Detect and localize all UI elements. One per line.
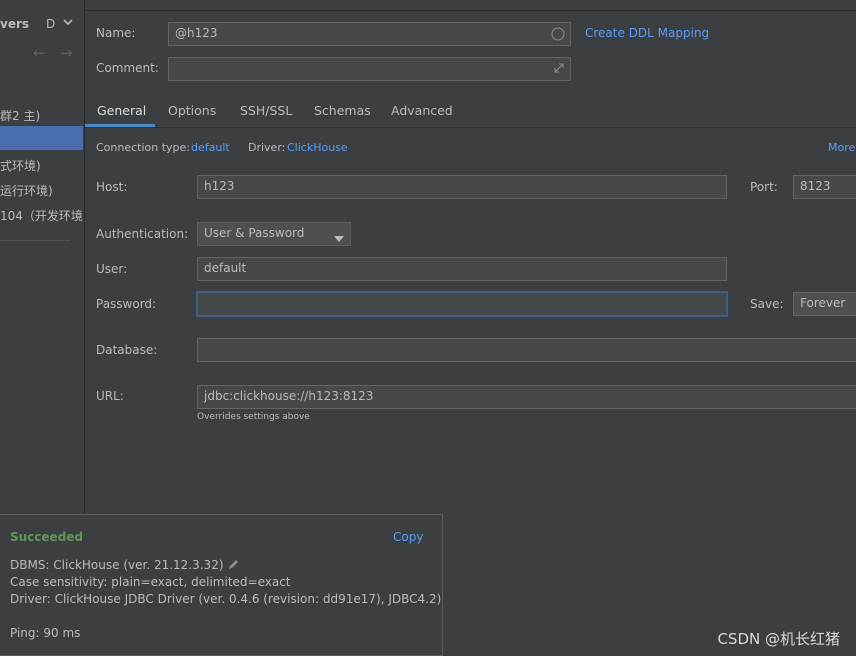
tab-active-indicator xyxy=(85,124,155,127)
sidebar-item-selected[interactable] xyxy=(0,126,83,150)
user-label: User: xyxy=(96,262,128,276)
driver-label: Driver: xyxy=(248,141,286,154)
comment-label: Comment: xyxy=(96,61,159,75)
window-title-strip xyxy=(0,0,856,11)
user-field[interactable]: default xyxy=(197,257,727,281)
tab-options[interactable]: Options xyxy=(168,103,216,118)
sidebar-title: vers xyxy=(0,17,30,31)
name-label: Name: xyxy=(96,26,136,40)
url-label: URL: xyxy=(96,389,124,403)
expand-icon[interactable] xyxy=(553,62,565,77)
back-arrow-icon[interactable]: ← xyxy=(33,44,46,62)
host-label: Host: xyxy=(96,180,128,194)
status-succeeded: Succeeded xyxy=(10,530,84,544)
port-field[interactable]: 8123 xyxy=(793,175,856,199)
tab-general[interactable]: General xyxy=(97,103,146,118)
connection-type-label: Connection type: xyxy=(96,141,191,154)
password-field[interactable] xyxy=(196,291,728,317)
port-label: Port: xyxy=(750,180,778,194)
database-label: Database: xyxy=(96,343,158,357)
create-ddl-mapping-link[interactable]: Create DDL Mapping xyxy=(585,26,709,40)
dropdown-arrow-icon xyxy=(334,231,344,245)
sidebar-divider xyxy=(0,240,70,241)
pencil-icon[interactable] xyxy=(227,558,240,574)
color-circle-icon[interactable] xyxy=(551,27,565,44)
host-field[interactable]: h123 xyxy=(197,175,727,199)
driver-info: Driver: ClickHouse JDBC Driver (ver. 0.4… xyxy=(10,592,442,606)
comment-field[interactable] xyxy=(168,57,571,81)
authentication-label: Authentication: xyxy=(96,227,189,241)
dbms-text: DBMS: ClickHouse (ver. 21.12.3.32) xyxy=(10,558,224,572)
ping-info: Ping: 90 ms xyxy=(10,626,81,640)
save-label: Save: xyxy=(750,297,784,311)
more-options-link[interactable]: More xyxy=(828,141,855,154)
test-connection-popup: Succeeded Copy DBMS: ClickHouse (ver. 21… xyxy=(0,514,443,656)
database-field[interactable] xyxy=(197,338,856,362)
authentication-select-value: User & Password xyxy=(204,226,305,240)
sidebar-item-dev-env[interactable]: 104（开发环境 xyxy=(0,207,83,224)
tab-ssh-ssl[interactable]: SSH/SSL xyxy=(240,103,292,118)
tab-schemas[interactable]: Schemas xyxy=(314,103,371,118)
sidebar-item-test-env[interactable]: 式环境) xyxy=(0,157,41,174)
tab-advanced[interactable]: Advanced xyxy=(391,103,453,118)
chevron-down-icon[interactable] xyxy=(62,16,74,31)
save-select[interactable]: Forever xyxy=(793,292,856,316)
name-field-value: @h123 xyxy=(175,26,218,40)
dbms-info: DBMS: ClickHouse (ver. 21.12.3.32) xyxy=(10,558,240,574)
url-hint: Overrides settings above xyxy=(197,412,310,422)
forward-arrow-icon[interactable]: → xyxy=(60,44,73,62)
driver-link[interactable]: ClickHouse xyxy=(287,141,348,154)
url-field[interactable]: jdbc:clickhouse://h123:8123 xyxy=(197,385,856,409)
password-label: Password: xyxy=(96,297,157,311)
case-sensitivity-info: Case sensitivity: plain=exact, delimited… xyxy=(10,575,291,589)
copy-link[interactable]: Copy xyxy=(393,530,423,544)
watermark-text: CSDN @机长红猪 xyxy=(717,630,840,648)
tab-strip-border xyxy=(85,127,856,128)
sidebar-item-run-env[interactable]: 运行环境) xyxy=(0,182,53,199)
sidebar-filter-letter[interactable]: D xyxy=(46,17,55,31)
sidebar-item-cluster2[interactable]: 群2 主) xyxy=(0,107,40,124)
connection-type-link[interactable]: default xyxy=(191,141,230,154)
name-field[interactable]: @h123 xyxy=(168,22,571,46)
authentication-select[interactable]: User & Password xyxy=(197,222,351,246)
